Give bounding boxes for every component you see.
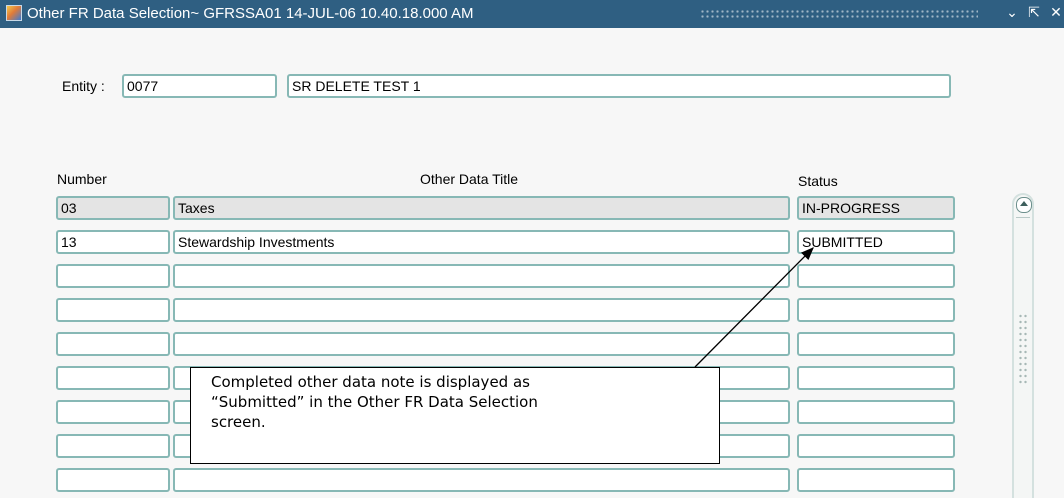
close-icon[interactable]: ✕ [1046,3,1064,23]
window-title: Other FR Data Selection~ GFRSSA01 14-JUL… [27,5,474,22]
row-status-field[interactable] [797,366,955,390]
app-icon [6,5,22,21]
row-number-field[interactable] [56,366,170,390]
row-status-field[interactable] [797,298,955,322]
scrollbar-divider [1016,217,1030,218]
titlebar-grip [700,9,978,19]
row-title-field[interactable]: Stewardship Investments [173,230,790,254]
column-header-title: Other Data Title [420,171,519,187]
callout-line: screen. [211,413,266,431]
row-number-field[interactable] [56,434,170,458]
row-number-field[interactable] [56,400,170,424]
scroll-thumb-grip[interactable] [1018,313,1028,385]
row-status-field[interactable]: IN-PROGRESS [797,196,955,220]
entity-label: Entity : [62,78,105,94]
row-status-field[interactable] [797,434,955,458]
row-title-field[interactable] [173,298,790,322]
scroll-up-icon[interactable] [1016,197,1032,213]
entity-code-field[interactable]: 0077 [122,74,277,98]
row-title-field[interactable] [173,468,790,492]
row-title-field[interactable] [173,264,790,288]
row-number-field[interactable] [56,468,170,492]
column-header-status: Status [798,173,838,189]
restore-icon[interactable]: ⇱ [1024,3,1044,23]
window-titlebar: Other FR Data Selection~ GFRSSA01 14-JUL… [0,0,1064,28]
row-number-field[interactable] [56,298,170,322]
row-status-field[interactable] [797,264,955,288]
annotation-callout: Completed other data note is displayed a… [190,367,720,464]
row-title-field[interactable]: Taxes [173,196,790,220]
callout-line: Completed other data note is displayed a… [211,373,530,391]
minimize-icon[interactable]: ⌄ [1002,3,1022,23]
vertical-scrollbar[interactable] [1012,193,1034,498]
row-title-field[interactable] [173,332,790,356]
row-number-field[interactable] [56,264,170,288]
column-header-number: Number [57,171,107,187]
entity-name-field[interactable]: SR DELETE TEST 1 [287,74,951,98]
row-number-field[interactable]: 03 [56,196,170,220]
row-status-field[interactable]: SUBMITTED [797,230,955,254]
row-status-field[interactable] [797,400,955,424]
row-status-field[interactable] [797,468,955,492]
row-number-field[interactable]: 13 [56,230,170,254]
row-status-field[interactable] [797,332,955,356]
callout-line: “Submitted” in the Other FR Data Selecti… [211,393,538,411]
row-number-field[interactable] [56,332,170,356]
